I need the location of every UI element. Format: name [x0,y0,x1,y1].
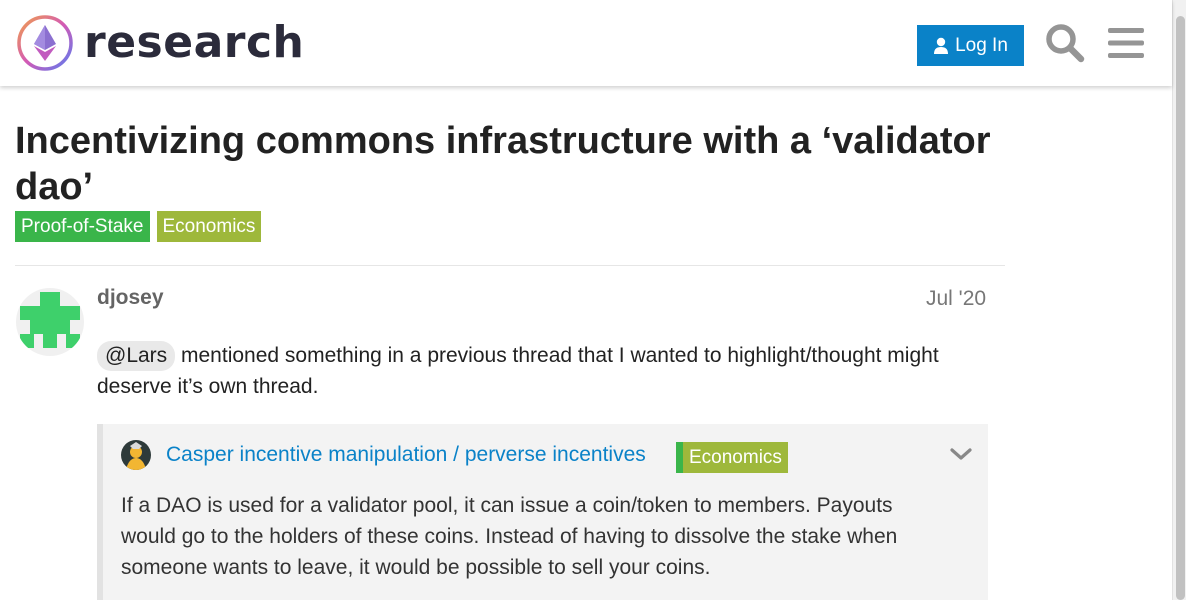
identicon-icon [16,288,84,356]
post-body: @Lars mentioned something in a previous … [97,340,987,402]
login-label: Log In [955,34,1008,56]
topic-divider [15,265,1005,266]
onebox-quote: Casper incentive manipulation / perverse… [97,424,988,600]
site-header: research Log In [0,0,1172,86]
user-icon [934,37,949,54]
post-author[interactable]: djosey [97,286,164,310]
user-avatar-icon [121,440,151,470]
scrollbar-thumb[interactable] [1176,16,1185,600]
tag-proof-of-stake[interactable]: Proof-of-Stake [15,211,150,242]
post-text: mentioned something in a previous thread… [97,344,939,398]
topic-title[interactable]: Incentivizing commons infrastructure wit… [15,118,1015,210]
quote-tag-economics[interactable]: Economics [676,442,788,473]
quote-tag-label: Economics [689,447,782,468]
post-date[interactable]: Jul '20 [926,287,986,311]
page-scrollbar[interactable] [1172,0,1186,600]
ethereum-logo-icon [17,15,73,71]
chevron-down-icon[interactable] [949,442,973,466]
quoted-topic-link[interactable]: Casper incentive manipulation / perverse… [166,443,646,467]
site-logo[interactable]: research [16,14,304,72]
user-mention[interactable]: @Lars [97,341,176,371]
search-icon[interactable] [1044,22,1086,64]
tag-economics[interactable]: Economics [156,211,262,242]
category-color-bar [676,442,683,473]
topic-tags: Proof-of-Stake Economics [15,211,262,242]
login-button[interactable]: Log In [917,25,1024,66]
quote-text: If a DAO is used for a validator pool, i… [121,494,898,579]
site-name: research [84,17,305,68]
quote-avatar[interactable] [121,440,151,470]
hamburger-menu-icon[interactable] [1105,22,1147,64]
avatar[interactable] [16,288,84,356]
